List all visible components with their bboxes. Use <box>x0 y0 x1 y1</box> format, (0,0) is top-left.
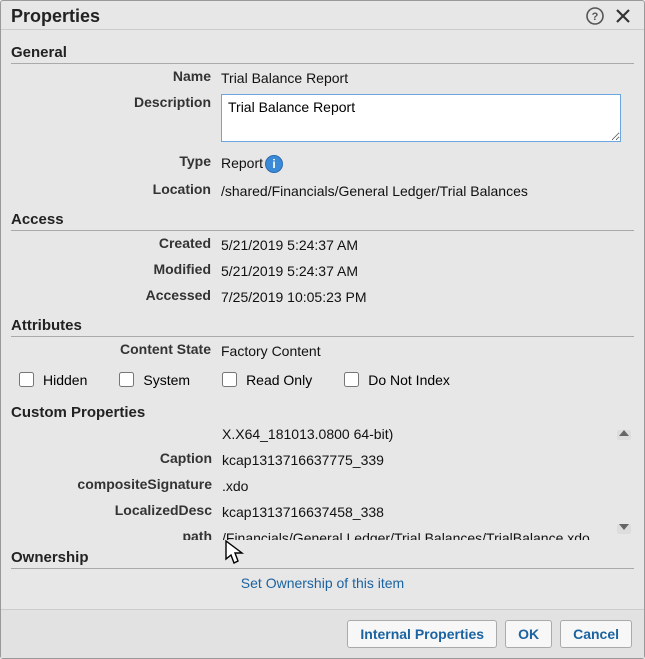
dialog-footer: Internal Properties OK Cancel <box>1 609 644 658</box>
titlebar: Properties ? <box>1 1 644 30</box>
modified-value: 5/21/2019 5:24:37 AM <box>221 261 634 279</box>
name-value: Trial Balance Report <box>221 68 634 86</box>
path-value: /Financials/General Ledger/Trial Balance… <box>222 528 602 541</box>
caption-label: Caption <box>12 450 222 468</box>
type-label: Type <box>11 153 221 173</box>
type-value: Reporti <box>221 153 634 173</box>
dialog-body: General Name Trial Balance Report Descri… <box>1 30 644 609</box>
ok-button[interactable]: OK <box>505 620 552 648</box>
dialog-title: Properties <box>11 6 578 27</box>
created-value: 5/21/2019 5:24:37 AM <box>221 235 634 253</box>
created-label: Created <box>11 235 221 253</box>
description-label: Description <box>11 94 221 145</box>
composite-signature-label: compositeSignature <box>12 476 222 494</box>
donotindex-label: Do Not Index <box>368 372 450 388</box>
hidden-checkbox[interactable]: Hidden <box>15 369 87 390</box>
section-ownership-header: Ownership <box>11 541 634 569</box>
content-state-label: Content State <box>11 341 221 359</box>
content-state-value: Factory Content <box>221 341 634 359</box>
section-attributes-header: Attributes <box>11 309 634 337</box>
custom-properties-panel: X.X64_181013.0800 64-bit) Caption kcap13… <box>11 423 634 541</box>
internal-properties-button[interactable]: Internal Properties <box>347 620 497 648</box>
readonly-label: Read Only <box>246 372 312 388</box>
path-label: path <box>12 528 222 541</box>
donotindex-checkbox[interactable]: Do Not Index <box>340 369 450 390</box>
composite-signature-value: .xdo <box>222 476 633 494</box>
hidden-label: Hidden <box>43 372 87 388</box>
custom-top-fragment: X.X64_181013.0800 64-bit) <box>222 424 633 442</box>
localized-desc-value: kcap1313716637458_338 <box>222 502 633 520</box>
scroll-down-icon[interactable] <box>617 524 631 534</box>
accessed-value: 7/25/2019 10:05:23 PM <box>221 287 634 305</box>
cancel-button[interactable]: Cancel <box>560 620 632 648</box>
section-access-header: Access <box>11 203 634 231</box>
scroll-up-icon[interactable] <box>617 430 631 440</box>
modified-label: Modified <box>11 261 221 279</box>
localized-desc-label: LocalizedDesc <box>12 502 222 520</box>
help-icon[interactable]: ? <box>584 5 606 27</box>
properties-dialog: Properties ? General Name Trial Balance … <box>0 0 645 659</box>
close-icon[interactable] <box>612 5 634 27</box>
name-label: Name <box>11 68 221 86</box>
set-ownership-link[interactable]: Set Ownership of this item <box>241 575 404 591</box>
accessed-label: Accessed <box>11 287 221 305</box>
description-input[interactable] <box>221 94 621 142</box>
info-icon[interactable]: i <box>265 155 283 173</box>
section-general-header: General <box>11 36 634 64</box>
system-checkbox[interactable]: System <box>115 369 190 390</box>
location-value: /shared/Financials/General Ledger/Trial … <box>221 181 634 199</box>
section-custom-header: Custom Properties <box>11 396 634 423</box>
location-label: Location <box>11 181 221 199</box>
type-text: Report <box>221 155 263 171</box>
caption-value: kcap1313716637775_339 <box>222 450 633 468</box>
svg-text:?: ? <box>592 11 599 23</box>
readonly-checkbox[interactable]: Read Only <box>218 369 312 390</box>
system-label: System <box>143 372 190 388</box>
